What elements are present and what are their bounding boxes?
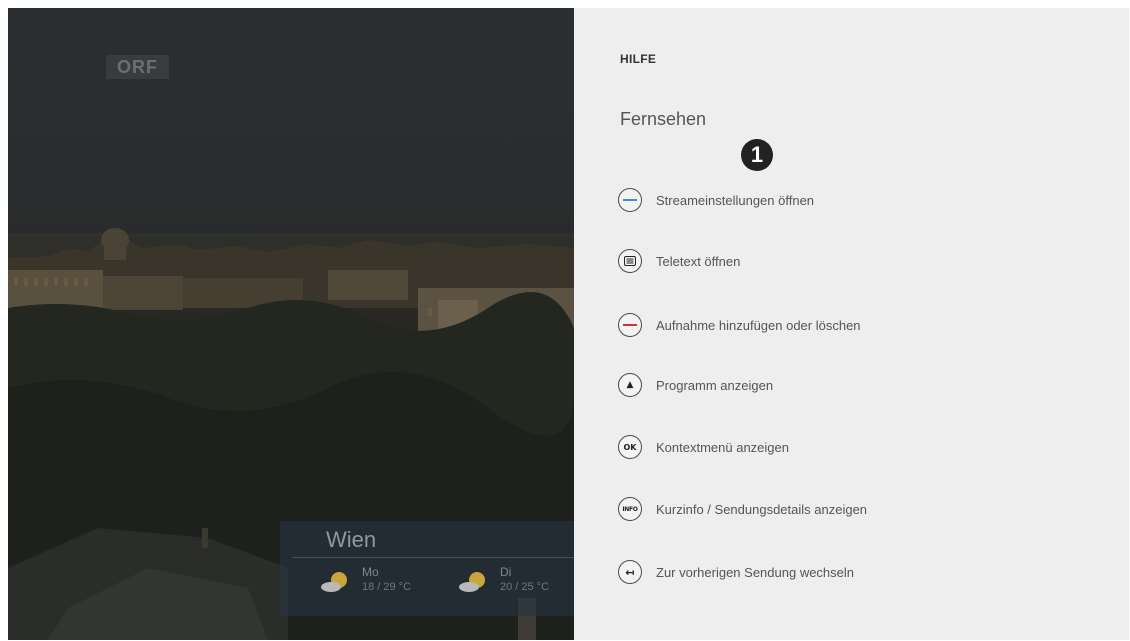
weather-day-temp: 18 / 29 °C [362,581,412,593]
blue-color-button-icon [618,188,642,212]
help-item-label: Streameinstellungen öffnen [656,192,815,208]
help-item-label: Aufnahme hinzufügen oder löschen [656,317,861,333]
help-item-stream-settings[interactable]: Streameinstellungen öffnen [618,186,1098,214]
weather-city: Wien [326,527,377,552]
weather-widget: Wien Mo 18 / 29 °C Di 20 / 25 °C [280,521,574,616]
teletext-icon [618,249,642,273]
partly-sunny-icon [321,572,347,592]
red-color-button-icon [618,313,642,337]
partly-sunny-icon [459,572,485,592]
help-item-label: Zur vorherigen Sendung wechseln [656,564,855,580]
weather-day-temp: 20 / 25 °C [500,581,550,593]
help-item-recording[interactable]: Aufnahme hinzufügen oder löschen [618,311,1098,339]
weather-day-name: Mo [362,565,379,579]
section-heading: Fernsehen [620,109,707,129]
help-item-context-menu[interactable]: OK Kontextmenü anzeigen [618,433,1098,461]
help-item-label: Programm anzeigen [656,377,774,393]
tv-video-area: ORF Wien Mo 18 / 29 °C Di 20 / 25 °C [8,8,574,640]
ok-button-icon: OK [618,435,642,459]
help-item-teletext[interactable]: Teletext öffnen [618,247,1098,275]
up-arrow-icon: ▲ [618,373,642,397]
help-item-label: Teletext öffnen [656,253,741,269]
callout-marker: 1 [741,139,773,171]
help-item-previous-channel[interactable]: ↤ Zur vorherigen Sendung wechseln [618,558,1098,586]
help-item-label: Kontextmenü anzeigen [656,439,789,455]
panel-title: HILFE [620,52,657,66]
weather-divider [292,557,574,558]
help-item-program[interactable]: ▲ Programm anzeigen [618,371,1098,399]
tv-screen: ORF Wien Mo 18 / 29 °C Di 20 / 25 °C HIL… [8,8,1129,640]
back-arrow-icon: ↤ [618,560,642,584]
help-item-info[interactable]: INFO Kurzinfo / Sendungsdetails anzeigen [618,495,1098,523]
channel-logo: ORF [106,55,169,79]
help-panel: HILFE Fernsehen 1 Streameinstellungen öf… [574,8,1129,640]
info-button-icon: INFO [618,497,642,521]
weather-day-name: Di [500,565,512,579]
help-item-label: Kurzinfo / Sendungsdetails anzeigen [656,501,868,517]
